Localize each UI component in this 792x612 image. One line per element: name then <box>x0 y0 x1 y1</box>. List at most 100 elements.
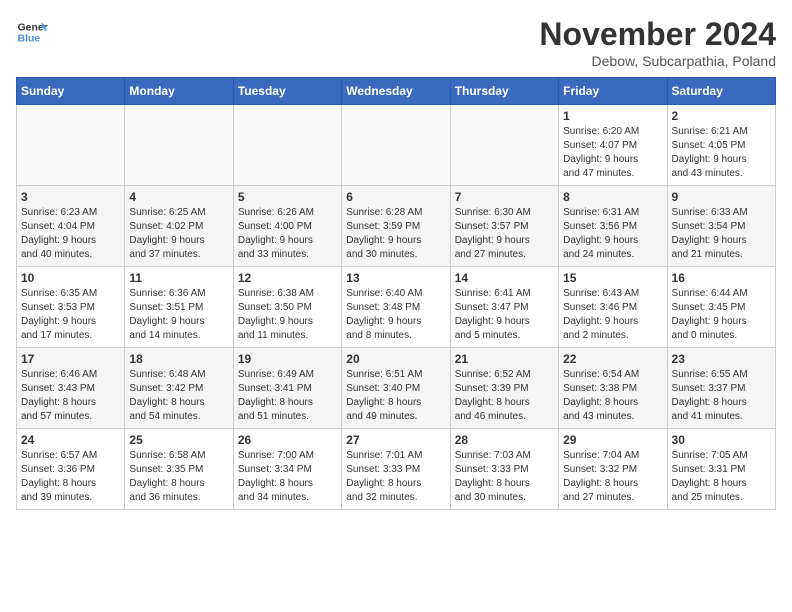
day-number: 1 <box>563 109 662 123</box>
day-detail: Sunrise: 6:36 AM Sunset: 3:51 PM Dayligh… <box>129 287 228 343</box>
day-detail: Sunrise: 7:04 AM Sunset: 3:32 PM Dayligh… <box>563 449 662 505</box>
day-number: 14 <box>455 271 554 285</box>
day-detail: Sunrise: 6:57 AM Sunset: 3:36 PM Dayligh… <box>21 449 120 505</box>
day-number: 25 <box>129 433 228 447</box>
calendar-cell <box>342 105 450 186</box>
day-number: 7 <box>455 190 554 204</box>
header: General Blue November 2024 Debow, Subcar… <box>16 16 776 69</box>
calendar-cell: 12 Sunrise: 6:38 AM Sunset: 3:50 PM Dayli… <box>233 267 341 348</box>
day-number: 13 <box>346 271 445 285</box>
day-number: 10 <box>21 271 120 285</box>
day-detail: Sunrise: 7:05 AM Sunset: 3:31 PM Dayligh… <box>672 449 771 505</box>
day-detail: Sunrise: 6:38 AM Sunset: 3:50 PM Dayligh… <box>238 287 337 343</box>
location-title: Debow, Subcarpathia, Poland <box>539 53 776 69</box>
day-number: 21 <box>455 352 554 366</box>
calendar-cell: 26 Sunrise: 7:00 AM Sunset: 3:34 PM Dayli… <box>233 429 341 510</box>
calendar-cell <box>125 105 233 186</box>
calendar-cell: 6 Sunrise: 6:28 AM Sunset: 3:59 PM Daylig… <box>342 186 450 267</box>
calendar-week-5: 24 Sunrise: 6:57 AM Sunset: 3:36 PM Dayli… <box>17 429 776 510</box>
calendar-cell <box>450 105 558 186</box>
day-detail: Sunrise: 6:48 AM Sunset: 3:42 PM Dayligh… <box>129 368 228 424</box>
day-number: 4 <box>129 190 228 204</box>
calendar-cell: 21 Sunrise: 6:52 AM Sunset: 3:39 PM Dayli… <box>450 348 558 429</box>
day-detail: Sunrise: 6:33 AM Sunset: 3:54 PM Dayligh… <box>672 206 771 262</box>
day-detail: Sunrise: 6:58 AM Sunset: 3:35 PM Dayligh… <box>129 449 228 505</box>
day-number: 29 <box>563 433 662 447</box>
header-tuesday: Tuesday <box>233 78 341 105</box>
day-detail: Sunrise: 6:23 AM Sunset: 4:04 PM Dayligh… <box>21 206 120 262</box>
svg-text:Blue: Blue <box>18 34 41 45</box>
day-number: 18 <box>129 352 228 366</box>
calendar-cell: 15 Sunrise: 6:43 AM Sunset: 3:46 PM Dayli… <box>559 267 667 348</box>
calendar-table: SundayMondayTuesdayWednesdayThursdayFrid… <box>16 77 776 510</box>
day-detail: Sunrise: 6:49 AM Sunset: 3:41 PM Dayligh… <box>238 368 337 424</box>
day-number: 20 <box>346 352 445 366</box>
calendar-cell: 16 Sunrise: 6:44 AM Sunset: 3:45 PM Dayli… <box>667 267 775 348</box>
day-detail: Sunrise: 6:54 AM Sunset: 3:38 PM Dayligh… <box>563 368 662 424</box>
day-detail: Sunrise: 6:21 AM Sunset: 4:05 PM Dayligh… <box>672 125 771 181</box>
calendar-cell: 11 Sunrise: 6:36 AM Sunset: 3:51 PM Dayli… <box>125 267 233 348</box>
calendar-cell: 5Sunrise: 6:26 AM Sunset: 4:00 PM Daylig… <box>233 186 341 267</box>
calendar-cell: 23Sunrise: 6:55 AM Sunset: 3:37 PM Dayli… <box>667 348 775 429</box>
day-number: 28 <box>455 433 554 447</box>
calendar-cell <box>233 105 341 186</box>
calendar-cell: 10 Sunrise: 6:35 AM Sunset: 3:53 PM Dayli… <box>17 267 125 348</box>
day-number: 17 <box>21 352 120 366</box>
logo: General Blue <box>16 16 48 48</box>
day-detail: Sunrise: 6:41 AM Sunset: 3:47 PM Dayligh… <box>455 287 554 343</box>
day-detail: Sunrise: 6:31 AM Sunset: 3:56 PM Dayligh… <box>563 206 662 262</box>
day-number: 24 <box>21 433 120 447</box>
day-detail: Sunrise: 6:20 AM Sunset: 4:07 PM Dayligh… <box>563 125 662 181</box>
calendar-cell: 8 Sunrise: 6:31 AM Sunset: 3:56 PM Daylig… <box>559 186 667 267</box>
header-wednesday: Wednesday <box>342 78 450 105</box>
day-detail: Sunrise: 6:46 AM Sunset: 3:43 PM Dayligh… <box>21 368 120 424</box>
calendar-cell: 3 Sunrise: 6:23 AM Sunset: 4:04 PM Daylig… <box>17 186 125 267</box>
header-saturday: Saturday <box>667 78 775 105</box>
title-area: November 2024 Debow, Subcarpathia, Polan… <box>539 16 776 69</box>
day-detail: Sunrise: 6:26 AM Sunset: 4:00 PM Dayligh… <box>238 206 337 262</box>
calendar-cell: 22Sunrise: 6:54 AM Sunset: 3:38 PM Dayli… <box>559 348 667 429</box>
day-number: 30 <box>672 433 771 447</box>
day-detail: Sunrise: 6:35 AM Sunset: 3:53 PM Dayligh… <box>21 287 120 343</box>
calendar-cell: 20 Sunrise: 6:51 AM Sunset: 3:40 PM Dayli… <box>342 348 450 429</box>
logo-icon: General Blue <box>16 16 48 48</box>
calendar-week-3: 10 Sunrise: 6:35 AM Sunset: 3:53 PM Dayli… <box>17 267 776 348</box>
calendar-header-row: SundayMondayTuesdayWednesdayThursdayFrid… <box>17 78 776 105</box>
day-number: 19 <box>238 352 337 366</box>
day-detail: Sunrise: 7:01 AM Sunset: 3:33 PM Dayligh… <box>346 449 445 505</box>
day-detail: Sunrise: 6:43 AM Sunset: 3:46 PM Dayligh… <box>563 287 662 343</box>
day-number: 11 <box>129 271 228 285</box>
day-number: 15 <box>563 271 662 285</box>
calendar-cell: 13 Sunrise: 6:40 AM Sunset: 3:48 PM Dayli… <box>342 267 450 348</box>
calendar-cell: 9 Sunrise: 6:33 AM Sunset: 3:54 PM Daylig… <box>667 186 775 267</box>
header-friday: Friday <box>559 78 667 105</box>
day-number: 26 <box>238 433 337 447</box>
day-detail: Sunrise: 6:51 AM Sunset: 3:40 PM Dayligh… <box>346 368 445 424</box>
day-number: 6 <box>346 190 445 204</box>
day-number: 9 <box>672 190 771 204</box>
day-detail: Sunrise: 6:30 AM Sunset: 3:57 PM Dayligh… <box>455 206 554 262</box>
day-detail: Sunrise: 6:40 AM Sunset: 3:48 PM Dayligh… <box>346 287 445 343</box>
day-number: 23 <box>672 352 771 366</box>
day-number: 16 <box>672 271 771 285</box>
day-detail: Sunrise: 6:28 AM Sunset: 3:59 PM Dayligh… <box>346 206 445 262</box>
calendar-cell: 19 Sunrise: 6:49 AM Sunset: 3:41 PM Dayli… <box>233 348 341 429</box>
day-number: 8 <box>563 190 662 204</box>
day-detail: Sunrise: 7:00 AM Sunset: 3:34 PM Dayligh… <box>238 449 337 505</box>
calendar-cell: 18 Sunrise: 6:48 AM Sunset: 3:42 PM Dayli… <box>125 348 233 429</box>
calendar-cell: 25 Sunrise: 6:58 AM Sunset: 3:35 PM Dayli… <box>125 429 233 510</box>
calendar-cell: 14 Sunrise: 6:41 AM Sunset: 3:47 PM Dayli… <box>450 267 558 348</box>
day-number: 3 <box>21 190 120 204</box>
day-detail: Sunrise: 6:44 AM Sunset: 3:45 PM Dayligh… <box>672 287 771 343</box>
calendar-week-1: 1 Sunrise: 6:20 AM Sunset: 4:07 PM Daylig… <box>17 105 776 186</box>
day-number: 12 <box>238 271 337 285</box>
calendar-cell: 29 Sunrise: 7:04 AM Sunset: 3:32 PM Dayli… <box>559 429 667 510</box>
calendar-week-4: 17 Sunrise: 6:46 AM Sunset: 3:43 PM Dayli… <box>17 348 776 429</box>
day-detail: Sunrise: 7:03 AM Sunset: 3:33 PM Dayligh… <box>455 449 554 505</box>
calendar-cell: 2Sunrise: 6:21 AM Sunset: 4:05 PM Daylig… <box>667 105 775 186</box>
month-title: November 2024 <box>539 16 776 53</box>
header-sunday: Sunday <box>17 78 125 105</box>
header-thursday: Thursday <box>450 78 558 105</box>
calendar-cell: 24 Sunrise: 6:57 AM Sunset: 3:36 PM Dayli… <box>17 429 125 510</box>
day-detail: Sunrise: 6:52 AM Sunset: 3:39 PM Dayligh… <box>455 368 554 424</box>
